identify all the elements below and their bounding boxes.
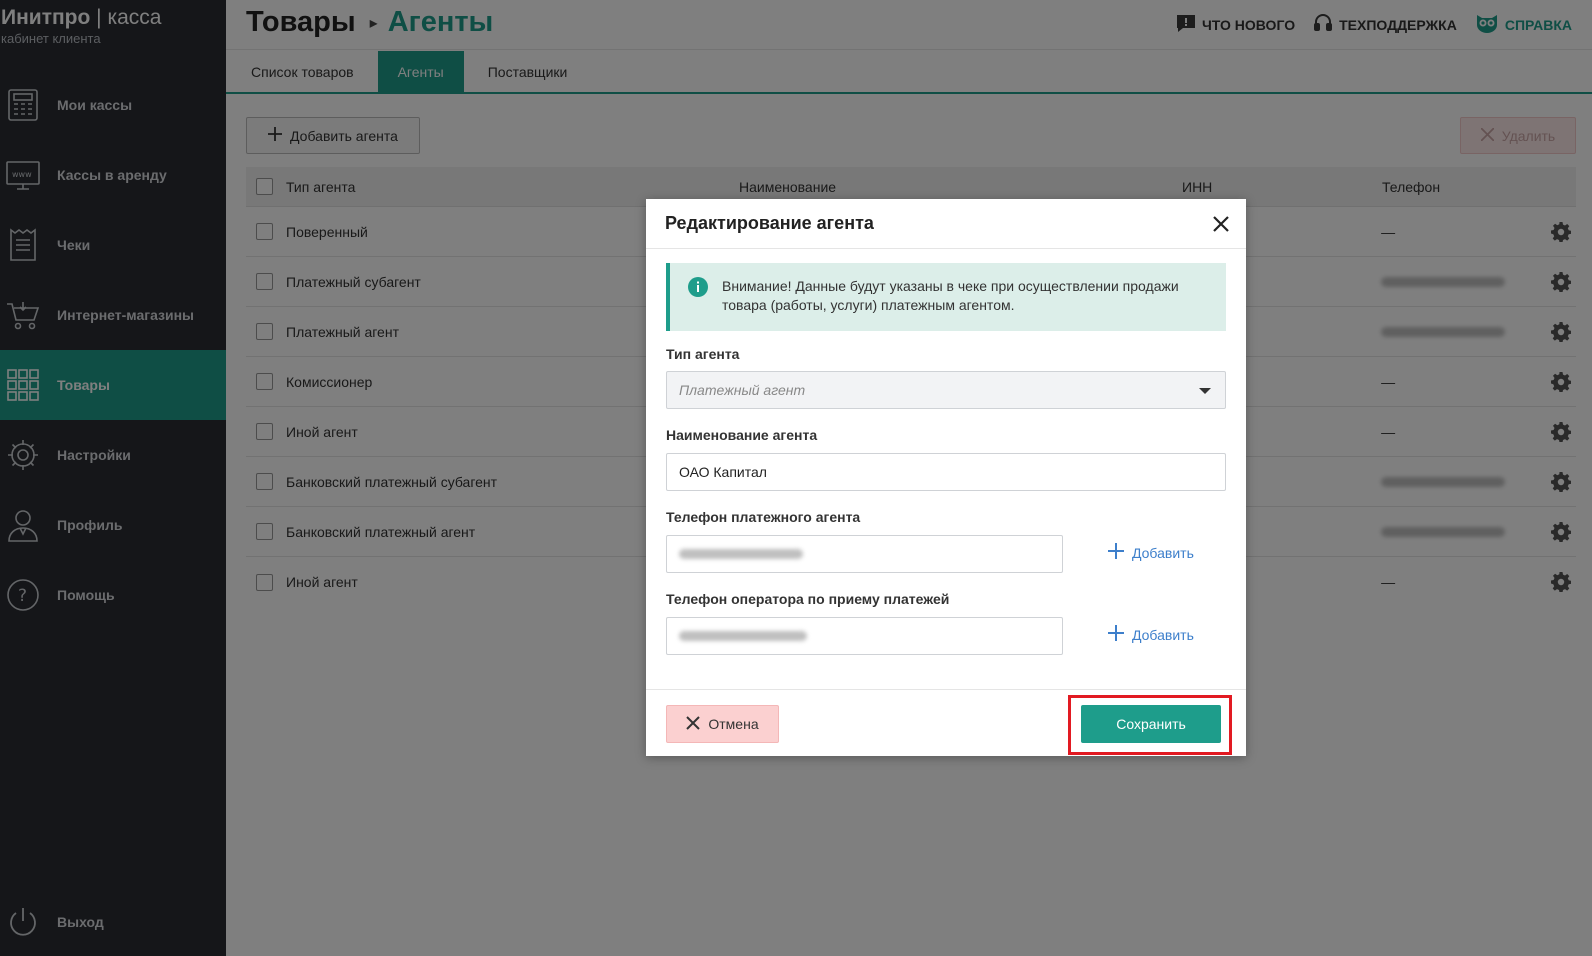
dialog-header: Редактирование агента	[646, 199, 1246, 249]
operator-phone-field[interactable]	[666, 617, 1063, 655]
agent-name-value: ОАО Капитал	[679, 464, 767, 480]
agent-phone-value-redacted	[679, 549, 803, 559]
add-agent-phone-link[interactable]: Добавить	[1108, 543, 1194, 562]
dialog-footer: Отмена Сохранить	[646, 689, 1246, 756]
add-label: Добавить	[1132, 544, 1194, 561]
info-icon	[688, 277, 708, 331]
add-label: Добавить	[1132, 626, 1194, 643]
chevron-down-icon	[1199, 388, 1211, 394]
operator-phone-value-redacted	[679, 631, 807, 641]
plus-icon	[1108, 543, 1124, 562]
cancel-button[interactable]: Отмена	[666, 705, 779, 743]
agent-name-field[interactable]: ОАО Капитал	[666, 453, 1226, 491]
agent-name-label: Наименование агента	[666, 427, 818, 443]
add-operator-phone-link[interactable]: Добавить	[1108, 625, 1194, 644]
agent-type-select[interactable]: Платежный агент	[666, 371, 1226, 409]
agent-type-label: Тип агента	[666, 346, 740, 362]
dialog-title: Редактирование агента	[665, 213, 874, 233]
info-alert: Внимание! Данные будут указаны в чеке пр…	[666, 263, 1226, 331]
agent-phone-field[interactable]	[666, 535, 1063, 573]
alert-text: Внимание! Данные будут указаны в чеке пр…	[722, 278, 1179, 313]
agent-type-value: Платежный агент	[679, 382, 806, 398]
close-icon[interactable]	[1210, 213, 1232, 235]
close-icon	[686, 715, 701, 733]
operator-phone-label: Телефон оператора по приему платежей	[666, 591, 950, 607]
cancel-label: Отмена	[708, 716, 759, 732]
save-button[interactable]: Сохранить	[1081, 705, 1221, 743]
plus-icon	[1108, 625, 1124, 644]
agent-phone-label: Телефон платежного агента	[666, 509, 861, 525]
edit-agent-dialog: Редактирование агента Внимание! Данные б…	[646, 199, 1246, 756]
